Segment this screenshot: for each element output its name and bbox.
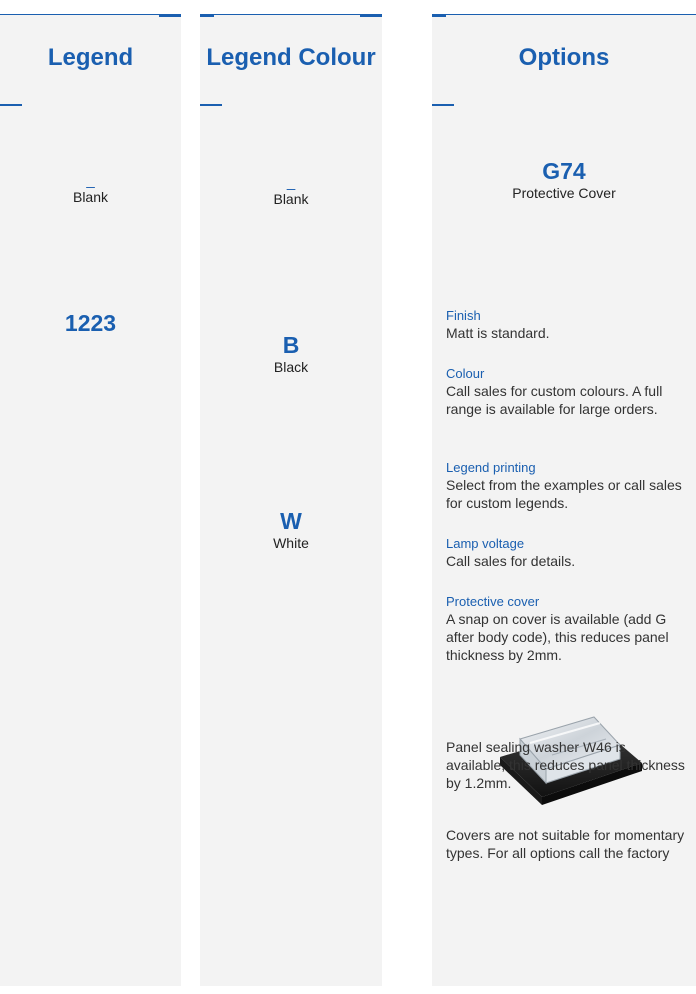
option-g74: G74 Protective Cover bbox=[432, 158, 696, 202]
note-title: Protective cover bbox=[446, 594, 540, 609]
note-finish: Finish Matt is standard. bbox=[446, 308, 686, 342]
legend-colour-heading: Legend Colour bbox=[206, 44, 376, 71]
heading-rule-accent bbox=[432, 104, 454, 106]
legend-item-code: 1223 bbox=[64, 310, 117, 336]
note-title: Colour bbox=[446, 366, 485, 381]
top-rule bbox=[0, 14, 181, 15]
colour-item-white: W White bbox=[200, 508, 382, 552]
note-body: Select from the examples or call sales f… bbox=[446, 477, 682, 511]
note-title: Lamp voltage bbox=[446, 536, 525, 551]
legend-item-code: _ bbox=[86, 172, 95, 189]
legend-colour-column: Legend Colour _ Blank B Black W White bbox=[200, 14, 382, 986]
colour-item-black: B Black bbox=[200, 332, 382, 376]
note-body: A snap on cover is available (add G afte… bbox=[446, 611, 669, 663]
note-title: Legend printing bbox=[446, 460, 536, 475]
covers-note: Covers are not suitable for momentary ty… bbox=[446, 827, 685, 861]
legend-item-label: Blank bbox=[72, 189, 109, 205]
sealing-washer-note: Panel sealing washer W46 is available, t… bbox=[446, 739, 685, 791]
colour-item-code: _ bbox=[286, 174, 296, 191]
options-column: Options G74 Protective Cover Finish Matt… bbox=[432, 14, 696, 986]
colour-item-label: Black bbox=[273, 359, 309, 375]
option-label: Protective Cover bbox=[512, 185, 616, 201]
legend-column: Legend _ Blank 1223 bbox=[0, 14, 181, 986]
top-rule bbox=[432, 14, 696, 15]
note-body: Matt is standard. bbox=[446, 325, 550, 341]
colour-item-label: White bbox=[273, 535, 309, 551]
legend-item-blank: _ Blank bbox=[0, 172, 181, 206]
top-rule-accent-left bbox=[200, 14, 214, 17]
option-code: G74 bbox=[542, 158, 586, 184]
heading-rule-accent bbox=[200, 104, 222, 106]
top-rule-accent-right bbox=[360, 14, 382, 17]
heading-rule-accent bbox=[0, 104, 22, 106]
colour-item-code: B bbox=[282, 332, 300, 358]
options-heading: Options bbox=[518, 44, 610, 71]
colour-item-code: W bbox=[280, 508, 302, 534]
note-title: Finish bbox=[446, 308, 481, 323]
note-legend-printing: Legend printing Select from the examples… bbox=[446, 460, 686, 512]
note-body: Call sales for details. bbox=[446, 553, 576, 569]
colour-item-blank: _ Blank bbox=[200, 174, 382, 208]
top-rule-accent bbox=[159, 14, 181, 17]
legend-heading: Legend bbox=[47, 44, 134, 71]
note-body: Call sales for custom colours. A full ra… bbox=[446, 383, 663, 417]
note-lamp-voltage: Lamp voltage Call sales for details. bbox=[446, 536, 686, 570]
colour-item-label: Blank bbox=[273, 191, 309, 207]
top-rule-accent bbox=[432, 14, 446, 17]
top-rule bbox=[200, 14, 382, 15]
legend-item-1223: 1223 bbox=[0, 310, 181, 336]
note-protective-cover: Protective cover A snap on cover is avai… bbox=[446, 594, 686, 664]
note-colour: Colour Call sales for custom colours. A … bbox=[446, 366, 686, 418]
